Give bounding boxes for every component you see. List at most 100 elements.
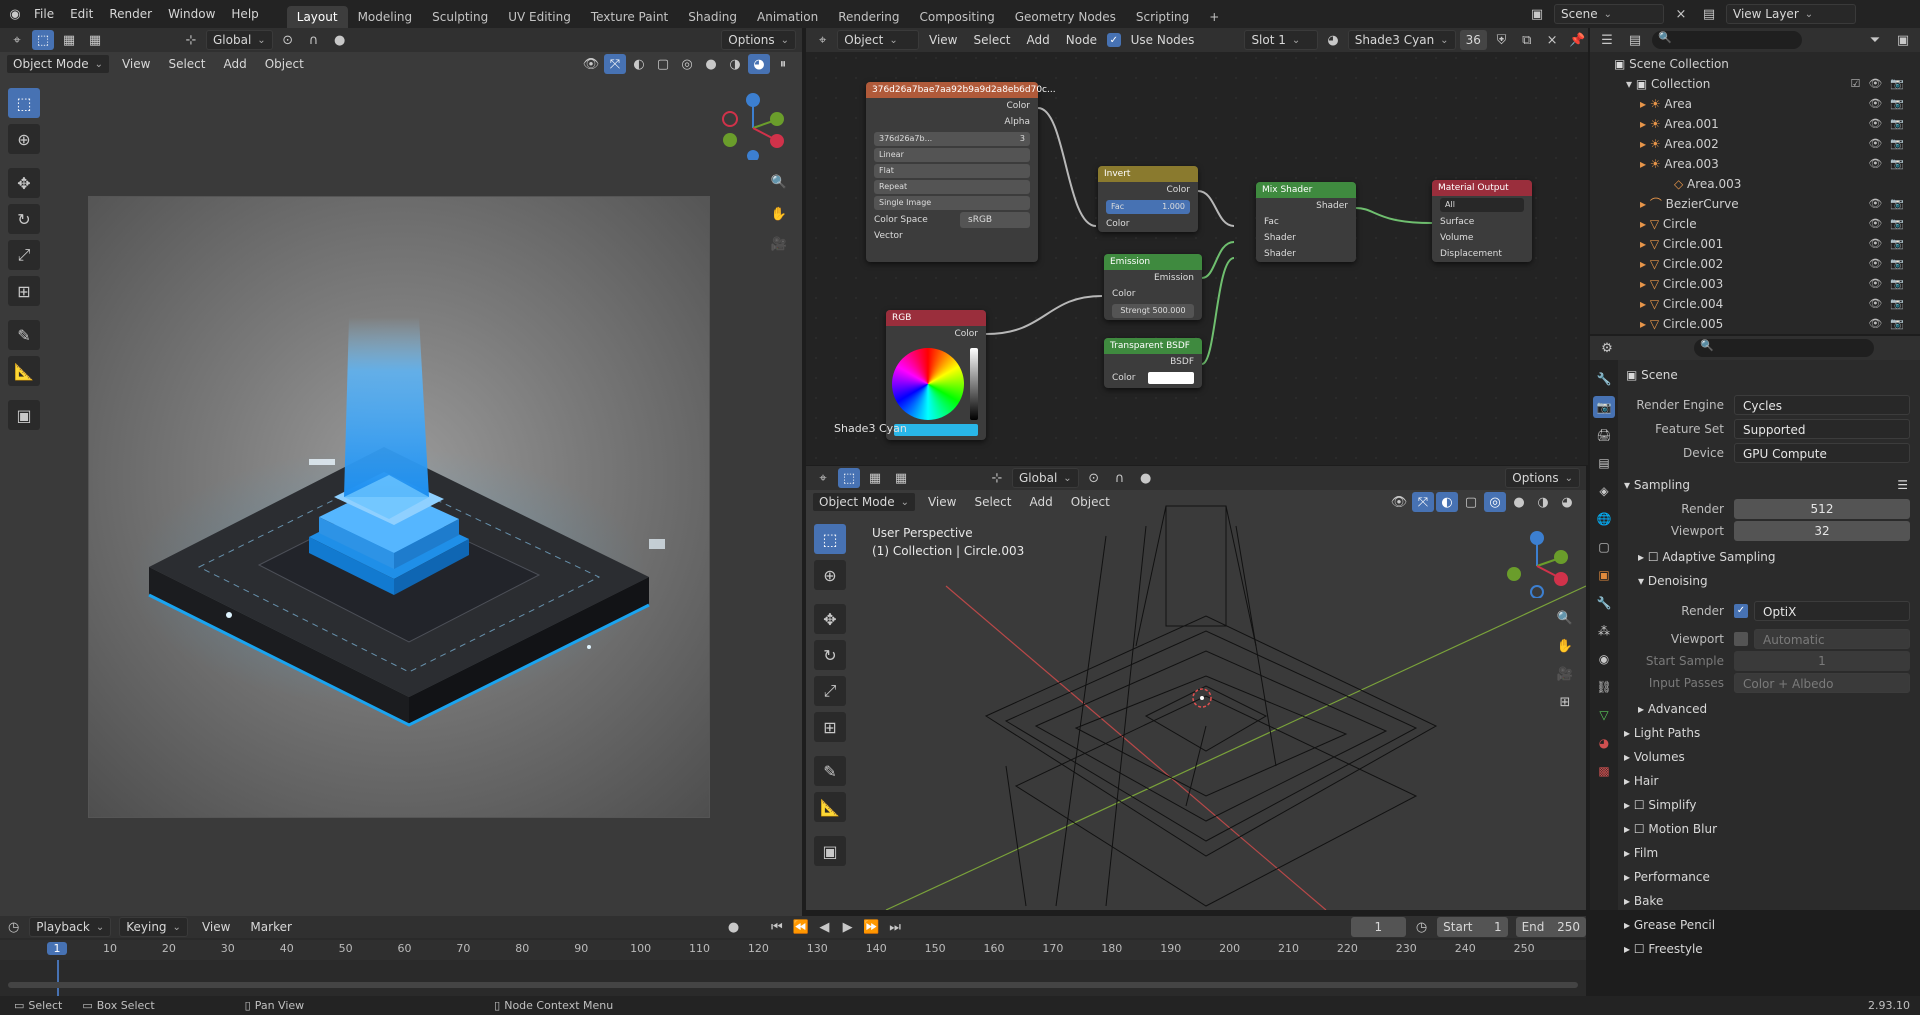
denoise-render-checkbox[interactable]: ✓ (1734, 604, 1748, 618)
cursor-icon[interactable]: ⊕ (8, 124, 40, 154)
select-mode-extend-icon[interactable]: ▦ (84, 30, 106, 50)
zoom-icon[interactable]: 🔍 (1554, 608, 1576, 628)
editor-type-icon[interactable]: ☰ (1596, 30, 1618, 50)
camera-icon[interactable]: 🎥 (1554, 664, 1576, 684)
outliner-item[interactable]: ◇ Area.003 (1590, 174, 1920, 194)
denoising-section[interactable]: ▾ Denoising (1638, 570, 1920, 592)
tool-tab-icon[interactable]: 🔧 (1593, 368, 1615, 390)
next-keyframe-icon[interactable]: ⏩ (863, 917, 879, 937)
display-mode-icon[interactable]: ▤ (1624, 30, 1646, 50)
marker-menu[interactable]: Marker (244, 917, 297, 937)
frame-ruler[interactable]: 1 10 20 30 40 50 60 70 80 90 100 110 120 130 140 150 160… (0, 940, 1586, 960)
visibility-toggles[interactable]: 👁📷 (1868, 214, 1912, 234)
pan-hand-icon[interactable]: ✋ (768, 204, 790, 224)
proportional-icon[interactable]: ● (329, 30, 351, 50)
mix-shader-node[interactable]: Mix Shader Shader Fac Shader Shader (1256, 182, 1356, 262)
properties-section[interactable]: ▸ Light Paths (1624, 722, 1914, 744)
outliner-item[interactable]: ▸ ▽ Circle.003 👁📷 (1590, 274, 1920, 294)
outliner-item[interactable]: ▸ ▽ Circle.005 👁📷 (1590, 314, 1920, 334)
tab-geometry-nodes[interactable]: Geometry Nodes (1005, 6, 1126, 28)
scene-tab-icon[interactable]: ◈ (1593, 480, 1615, 502)
select-tool-icon[interactable]: ⬚ (32, 30, 54, 50)
navigation-gizmo[interactable] (718, 90, 788, 160)
viewport-samples-field[interactable]: 32 (1734, 521, 1910, 541)
select-box-icon[interactable]: ⬚ (8, 88, 40, 118)
properties-section[interactable]: ▸ Film (1624, 842, 1914, 864)
output-tab-icon[interactable]: 🖨 (1593, 424, 1615, 446)
rgb-node[interactable]: RGB Color (886, 310, 986, 440)
menu-window[interactable]: Window (160, 7, 223, 21)
image-texture-node[interactable]: 376d26a7bae7aa92b9a9d2a8eb6d70c... Color… (866, 82, 1056, 262)
tab-texture-paint[interactable]: Texture Paint (581, 6, 678, 28)
denoise-viewport-dropdown[interactable]: Automatic (1754, 629, 1910, 649)
particles-tab-icon[interactable]: ⁂ (1593, 620, 1615, 642)
interpolation-dropdown[interactable]: Linear (874, 148, 1030, 162)
editor-type-icon[interactable]: ◷ (6, 917, 21, 937)
feature-set-dropdown[interactable]: Supported (1734, 419, 1910, 439)
device-dropdown[interactable]: GPU Compute (1734, 443, 1910, 463)
move-icon[interactable]: ✥ (8, 168, 40, 198)
menu-view[interactable]: View (116, 54, 156, 74)
scene-icon[interactable]: ▣ (1526, 4, 1548, 24)
annotate-icon[interactable]: ✎ (8, 320, 40, 350)
properties-section[interactable]: ▸ Bake (1624, 890, 1914, 912)
node-title[interactable]: Transparent BSDF (1104, 338, 1202, 354)
search-field[interactable]: 🔍 (1652, 31, 1802, 49)
outliner-item[interactable]: ▸ ▽ Circle.004 👁📷 (1590, 294, 1920, 314)
viewport-camera-render[interactable]: ⌖ ⬚ ▦ ▦ ⊹ Global ⊙ ∩ ● Options Object Mo… (0, 28, 802, 916)
visibility-toggles[interactable]: 👁📷 (1868, 274, 1912, 294)
camera-icon[interactable]: 🎥 (768, 234, 790, 254)
color-swatch[interactable] (1148, 372, 1194, 384)
outliner-item[interactable]: ▸ ▽ Circle.001 👁📷 (1590, 234, 1920, 254)
menu-select[interactable]: Select (162, 54, 211, 74)
properties-section[interactable]: ▸ Grease Pencil (1624, 914, 1914, 936)
constraints-tab-icon[interactable]: ⛓ (1593, 676, 1615, 698)
keying-menu[interactable]: Keying (119, 917, 188, 937)
snap-icon[interactable]: ⊙ (277, 30, 299, 50)
menu-object[interactable]: Object (259, 54, 310, 74)
grid-view-icon[interactable]: ⊞ (1554, 692, 1576, 712)
value-slider[interactable] (970, 348, 978, 420)
play-icon[interactable]: ▶ (840, 917, 855, 937)
transform-icon[interactable]: ⊞ (8, 276, 40, 306)
overlay-icon[interactable]: ◐ (628, 54, 650, 74)
collection-tab-icon[interactable]: ▢ (1593, 536, 1615, 558)
world-tab-icon[interactable]: 🌐 (1593, 508, 1615, 530)
render-tab-icon[interactable]: 📷 (1593, 396, 1615, 418)
data-tab-icon[interactable]: ▽ (1593, 704, 1615, 726)
advanced-section[interactable]: ▸ Advanced (1638, 698, 1920, 720)
tab-scripting[interactable]: Scripting (1126, 6, 1199, 28)
node-title[interactable]: 376d26a7bae7aa92b9a9d2a8eb6d70c... (866, 82, 1056, 98)
adaptive-sampling-section[interactable]: ▸ ☐ Adaptive Sampling (1638, 546, 1920, 568)
denoise-viewport-checkbox[interactable] (1734, 632, 1748, 646)
scene-selector[interactable]: Scene (1554, 4, 1664, 24)
pan-hand-icon[interactable]: ✋ (1554, 636, 1576, 656)
magnet-icon[interactable]: ∩ (303, 30, 325, 50)
navigation-gizmo[interactable] (1502, 528, 1572, 598)
denoise-render-dropdown[interactable]: OptiX (1754, 601, 1910, 621)
visibility-toggles[interactable]: 👁📷 (1868, 194, 1912, 214)
tab-uv-editing[interactable]: UV Editing (498, 6, 581, 28)
close-icon[interactable]: × (1670, 4, 1692, 24)
extension-dropdown[interactable]: Repeat (874, 180, 1030, 194)
solid-shading-icon[interactable]: ● (700, 54, 722, 74)
outliner-item[interactable]: ▸ ⌒ BezierCurve 👁📷 (1590, 194, 1920, 214)
visibility-toggles[interactable]: 👁📷 (1868, 294, 1912, 314)
search-field[interactable]: 🔍 (1694, 339, 1874, 357)
visibility-icon[interactable]: 👁 (580, 54, 602, 74)
node-title[interactable]: Material Output (1432, 180, 1532, 196)
end-frame-field[interactable]: End 250 (1515, 917, 1586, 937)
expand-icon[interactable]: ▾ (1626, 77, 1636, 91)
properties-section[interactable]: ▸ ☐ Simplify (1624, 794, 1914, 816)
xray-icon[interactable]: ▢ (652, 54, 674, 74)
scale-icon[interactable]: ⤢ (8, 240, 40, 270)
gizmo-icon[interactable]: ⤧ (604, 54, 626, 74)
start-sample-field[interactable]: 1 (1734, 651, 1910, 671)
physics-tab-icon[interactable]: ◉ (1593, 648, 1615, 670)
image-datablock-field[interactable]: 376d26a7b... 3 (874, 132, 1030, 146)
current-frame-field[interactable]: 1 (1350, 917, 1406, 937)
viewport-wireframe[interactable]: ⌖ ⬚ ▦ ▦ ⊹ Global ⊙ ∩ ● Options Object Mo… (806, 466, 1586, 910)
timeline-scrollbar[interactable] (8, 982, 1578, 988)
pause-render-icon[interactable]: ⏸ (772, 54, 794, 74)
texture-tab-icon[interactable]: ▩ (1593, 760, 1615, 782)
